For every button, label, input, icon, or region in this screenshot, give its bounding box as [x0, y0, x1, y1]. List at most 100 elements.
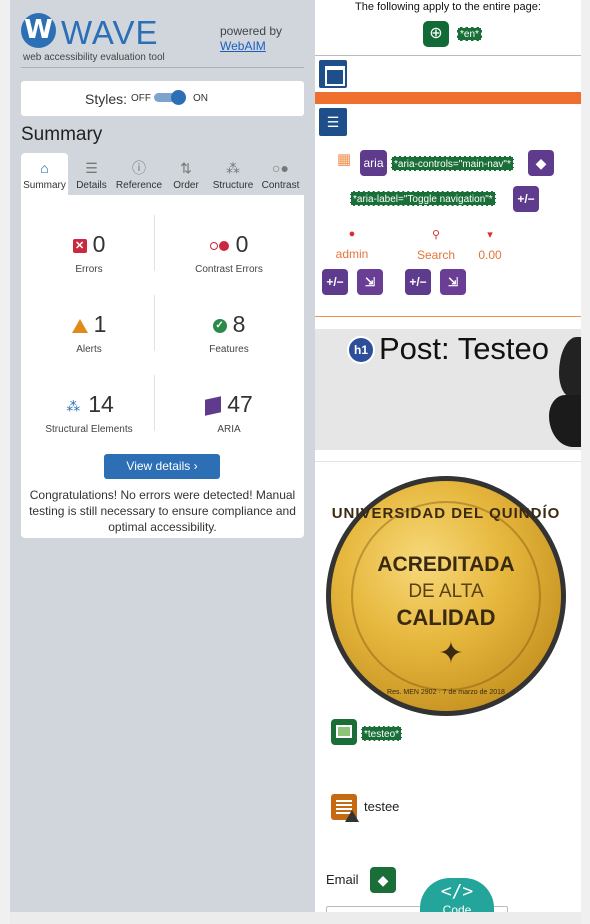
view-details-button[interactable]: View details ›: [104, 454, 220, 479]
home-icon: ⌂: [40, 160, 49, 176]
tab-reference-label: Reference: [115, 180, 163, 191]
site-top-bar: [315, 92, 581, 104]
alt-text-tag: *testeo*: [361, 726, 403, 741]
nav-link-admin-label: admin: [335, 247, 369, 261]
aria-popup-icon[interactable]: ⇲: [357, 269, 383, 295]
styles-off-label: OFF: [131, 93, 151, 104]
divider: [315, 316, 581, 317]
webaim-link[interactable]: WebAIM: [220, 39, 266, 53]
cart-icon: ▾: [487, 229, 493, 241]
wave-logo-icon: W: [21, 13, 56, 48]
tag-icon[interactable]: ◆: [528, 150, 554, 176]
medal-footer: Res. MEN 2902 · 7 de marzo de 2018: [387, 689, 505, 696]
stat-errors[interactable]: ✕ 0 Errors: [24, 228, 154, 288]
stat-alerts[interactable]: 1 Alerts: [24, 308, 154, 368]
contrast-error-icon: [209, 240, 230, 251]
evaluated-page-view: The following apply to the entire page: …: [315, 0, 581, 912]
tab-contrast[interactable]: ○● Contrast: [257, 153, 304, 195]
grid-menu-icon: ▦: [337, 151, 352, 168]
nav-link-cart[interactable]: ▾ 0.00: [473, 228, 507, 262]
page-wide-note: The following apply to the entire page:: [355, 1, 541, 13]
stat-aria[interactable]: 47 ARIA: [164, 388, 294, 448]
stat-divider: [154, 295, 155, 351]
label-tag-icon[interactable]: ◆: [370, 867, 396, 893]
stat-structural[interactable]: ⁂ 14 Structural Elements: [24, 388, 154, 448]
alert-icon: [71, 318, 88, 333]
alerts-label: Alerts: [76, 344, 102, 355]
hummingbird-icon: ✦: [438, 637, 464, 670]
errors-label: Errors: [75, 264, 103, 275]
stat-divider: [154, 375, 155, 431]
wave-logo-word: WAVE: [61, 14, 159, 51]
wave-sidebar-panel: W WAVE web accessibility evaluation tool…: [10, 0, 315, 912]
tab-order-label: Order: [173, 180, 199, 191]
check-icon: ✓: [212, 318, 227, 333]
stat-divider: [154, 215, 155, 271]
horizontal-scrollbar[interactable]: [10, 912, 581, 924]
medal-arc-text: UNIVERSIDAD DEL QUINDÍO: [331, 505, 561, 522]
contrast-icon: ○●: [272, 160, 289, 176]
contrast-count: 0: [235, 231, 249, 257]
aria-label-tag: *aria-label="Toggle navigation"*: [350, 191, 496, 206]
aria-icon[interactable]: aria: [360, 150, 387, 176]
stat-contrast-errors[interactable]: 0 Contrast Errors: [164, 228, 294, 288]
summary-card: ✕ 0 Errors 0 Contrast Errors 1 Alerts ✓ 8 …: [21, 195, 304, 538]
contrast-label: Contrast Errors: [195, 264, 263, 275]
tab-order[interactable]: ⇅ Order: [163, 153, 209, 195]
nav-link-search-label: Search: [416, 248, 456, 262]
errors-count: 0: [92, 231, 106, 257]
tab-details-label: Details: [76, 180, 107, 191]
navigation-region-icon[interactable]: ☰: [319, 108, 347, 136]
tab-contrast-label: Contrast: [261, 180, 300, 191]
aria-popup-icon[interactable]: ⇲: [440, 269, 466, 295]
h1-heading-icon[interactable]: h1: [347, 336, 375, 364]
styles-on-label: ON: [193, 93, 208, 104]
tab-summary-label: Summary: [23, 180, 66, 191]
congrats-message: Congratulations! No errors were detected…: [29, 488, 296, 534]
globe-icon[interactable]: ⊕: [423, 21, 449, 47]
post-hero-banner: h1 Post: Testeo: [315, 329, 581, 450]
structure-icon: ⁂: [66, 397, 81, 414]
tab-reference[interactable]: ⓘ Reference: [115, 153, 163, 195]
medal-line2: DE ALTA: [408, 581, 484, 602]
text-content: testee: [364, 799, 400, 814]
divider: [315, 461, 581, 462]
code-icon: </>: [440, 881, 474, 902]
powered-by-label: powered by: [220, 24, 283, 38]
nav-link-admin[interactable]: ● admin: [330, 228, 374, 261]
header-region-icon[interactable]: [319, 60, 347, 88]
error-icon: ✕: [72, 238, 87, 253]
wave-logo-subtitle: web accessibility evaluation tool: [23, 52, 165, 63]
page-wide-annotations: The following apply to the entire page: …: [315, 0, 581, 55]
aria-controls-tag: *aria-controls="main-nav"*: [391, 156, 514, 171]
aria-expanded-icon[interactable]: +/−: [322, 269, 348, 295]
aria-expanded-icon[interactable]: +/−: [405, 269, 431, 295]
features-label: Features: [209, 344, 249, 355]
styles-toggle-knob[interactable]: [171, 90, 186, 105]
aria-icon-label: aria: [363, 156, 384, 170]
tab-details[interactable]: ☰ Details: [68, 153, 115, 195]
email-label: Email: [326, 872, 359, 887]
aria-icon: [205, 396, 222, 416]
tab-summary[interactable]: ⌂ Summary: [21, 153, 68, 195]
wave-logo[interactable]: W WAVE web accessibility evaluation tool: [21, 12, 191, 63]
tab-structure-label: Structure: [212, 180, 254, 191]
nav-link-search[interactable]: ⚲ Search: [413, 228, 459, 262]
image-alt-icon[interactable]: [331, 719, 357, 745]
tab-structure[interactable]: ⁂ Structure: [209, 153, 257, 195]
stat-features[interactable]: ✓ 8 Features: [164, 308, 294, 368]
wave-tab-bar: ⌂ Summary ☰ Details ⓘ Reference ⇅ Order …: [21, 153, 304, 195]
summary-heading: Summary: [21, 124, 103, 145]
warning-icon: [345, 810, 359, 822]
user-icon: ●: [348, 228, 356, 240]
aria-expanded-icon[interactable]: +/−: [513, 186, 539, 212]
nav-link-cart-label: 0.00: [478, 248, 502, 262]
accreditation-medal-image: UNIVERSIDAD DEL QUINDÍO ACREDITADA DE AL…: [326, 476, 566, 716]
language-tag: *en*: [457, 27, 482, 41]
styles-label: Styles:: [85, 91, 128, 107]
structural-count: 14: [88, 391, 114, 417]
post-title: Post: Testeo: [379, 331, 550, 366]
structural-label: Structural Elements: [45, 424, 133, 435]
list-icon: ☰: [85, 160, 98, 176]
styles-toggle-box: Styles: OFF ON: [21, 81, 304, 116]
